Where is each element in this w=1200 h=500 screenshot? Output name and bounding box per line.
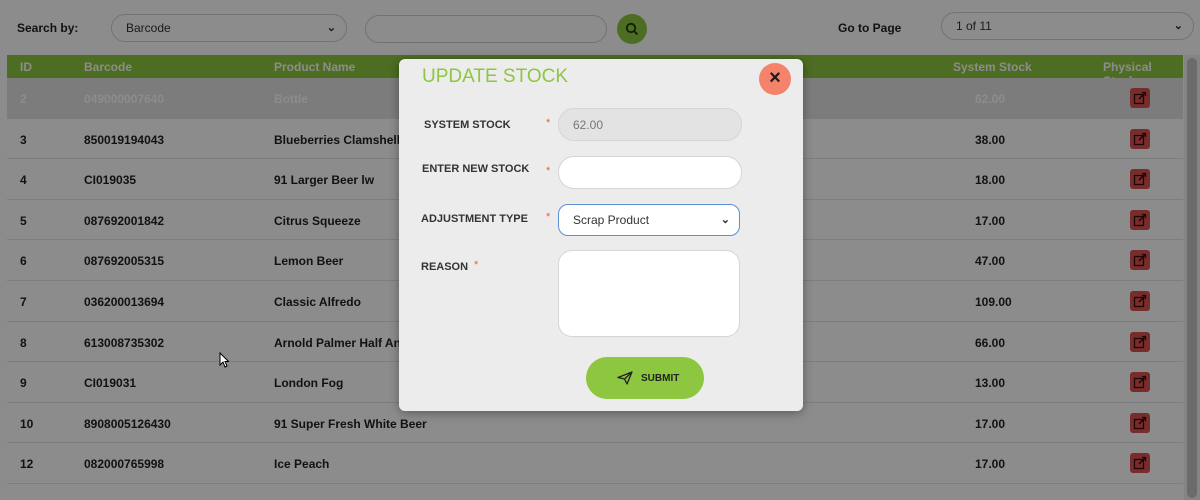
required-mark: * (546, 211, 551, 223)
reason-textarea[interactable] (558, 250, 740, 337)
modal-title: UPDATE STOCK (422, 66, 569, 87)
required-mark: * (546, 117, 551, 129)
system-stock-label: SYSTEM STOCK (424, 119, 511, 131)
adjustment-type-label: ADJUSTMENT TYPE (421, 213, 528, 225)
adjustment-type-select[interactable]: Scrap Product ⌄ (558, 204, 740, 236)
close-button[interactable]: × (759, 63, 791, 95)
mouse-cursor-icon (219, 352, 229, 368)
send-icon (617, 371, 633, 385)
required-mark: * (546, 165, 551, 177)
new-stock-label: ENTER NEW STOCK (422, 163, 530, 175)
submit-label: SUBMIT (641, 373, 680, 384)
system-stock-value: 62.00 (573, 118, 604, 132)
new-stock-input[interactable] (558, 156, 742, 189)
system-stock-field: 62.00 (558, 108, 742, 141)
close-icon: × (769, 67, 781, 89)
chevron-down-icon: ⌄ (720, 214, 730, 226)
update-stock-modal: UPDATE STOCK × SYSTEM STOCK * 62.00 ENTE… (399, 59, 803, 411)
reason-label: REASON (421, 261, 469, 273)
adjustment-type-value: Scrap Product (573, 213, 650, 227)
required-mark: * (474, 259, 479, 271)
submit-button[interactable]: SUBMIT (586, 357, 704, 399)
